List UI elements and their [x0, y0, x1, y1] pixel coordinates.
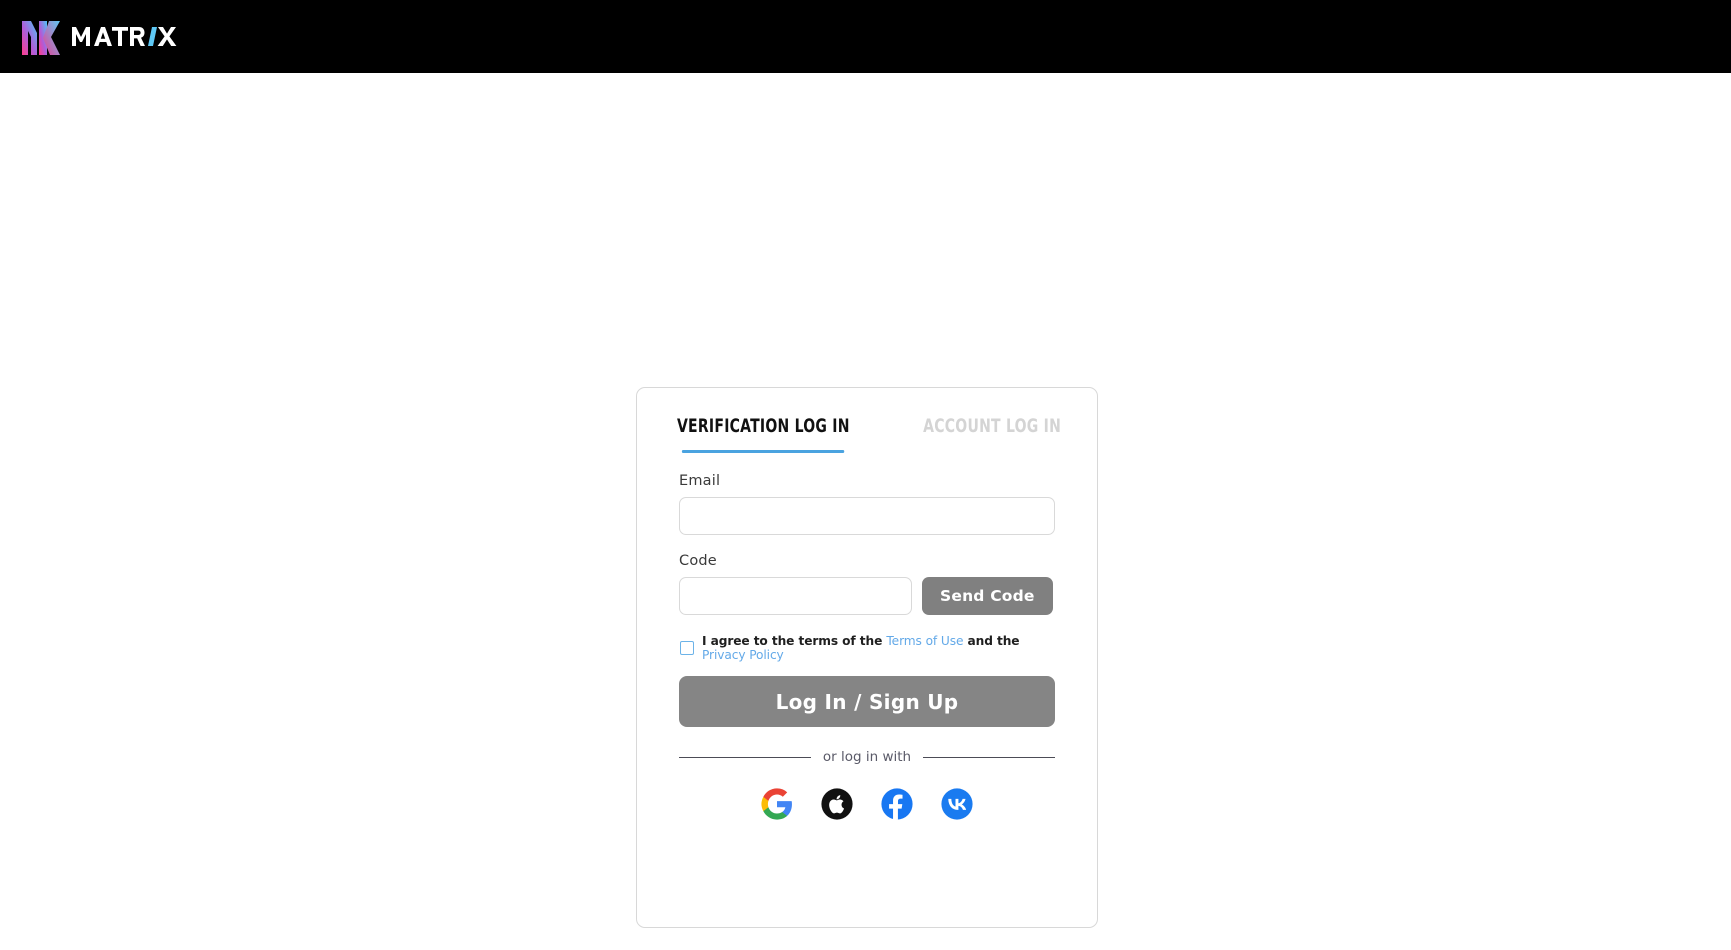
login-card: VERIFICATION LOG IN ACCOUNT LOG IN Email…: [636, 387, 1098, 928]
google-login-button[interactable]: [760, 787, 794, 821]
brand-logo[interactable]: [20, 17, 180, 57]
agreement-row: I agree to the terms of the Terms of Use…: [679, 634, 1055, 662]
brand-wordmark: [72, 26, 177, 46]
login-form: Email Code Send Code I agree to the term…: [637, 453, 1097, 821]
vk-icon: [941, 788, 973, 820]
facebook-icon: [881, 788, 913, 820]
email-input[interactable]: [679, 497, 1055, 535]
agreement-text: I agree to the terms of the Terms of Use…: [702, 634, 1055, 662]
agreement-checkbox[interactable]: [680, 641, 694, 655]
log-in-sign-up-button[interactable]: Log In / Sign Up: [679, 676, 1055, 727]
tab-verification-log-in[interactable]: VERIFICATION LOG IN: [677, 415, 850, 453]
divider-rule-right: [923, 756, 1055, 758]
terms-of-use-link[interactable]: Terms of Use: [886, 634, 963, 648]
facebook-login-button[interactable]: [880, 787, 914, 821]
email-label: Email: [679, 473, 721, 489]
send-code-button[interactable]: Send Code: [922, 577, 1053, 615]
mk-monogram-icon: [22, 20, 60, 55]
tab-verification-label: VERIFICATION LOG IN: [676, 415, 850, 437]
agreement-text-middle: and the: [967, 634, 1020, 648]
tab-account-log-in[interactable]: ACCOUNT LOG IN: [923, 415, 1061, 453]
top-header-bar: [0, 0, 1731, 73]
tab-account-label: ACCOUNT LOG IN: [923, 415, 1062, 437]
google-icon: [761, 788, 792, 820]
agreement-text-before: I agree to the terms of the: [702, 634, 883, 648]
code-input[interactable]: [679, 577, 912, 615]
code-row: Send Code: [679, 577, 1055, 615]
social-login-row: [679, 787, 1055, 821]
login-tabs: VERIFICATION LOG IN ACCOUNT LOG IN: [637, 388, 1097, 453]
privacy-policy-link[interactable]: Privacy Policy: [702, 648, 784, 662]
divider-rule-left: [679, 756, 811, 758]
apple-login-button[interactable]: [820, 787, 854, 821]
social-divider: or log in with: [679, 749, 1055, 765]
divider-label: or log in with: [822, 749, 912, 765]
vk-login-button[interactable]: [940, 787, 974, 821]
apple-icon: [821, 788, 853, 820]
code-label: Code: [679, 553, 717, 569]
